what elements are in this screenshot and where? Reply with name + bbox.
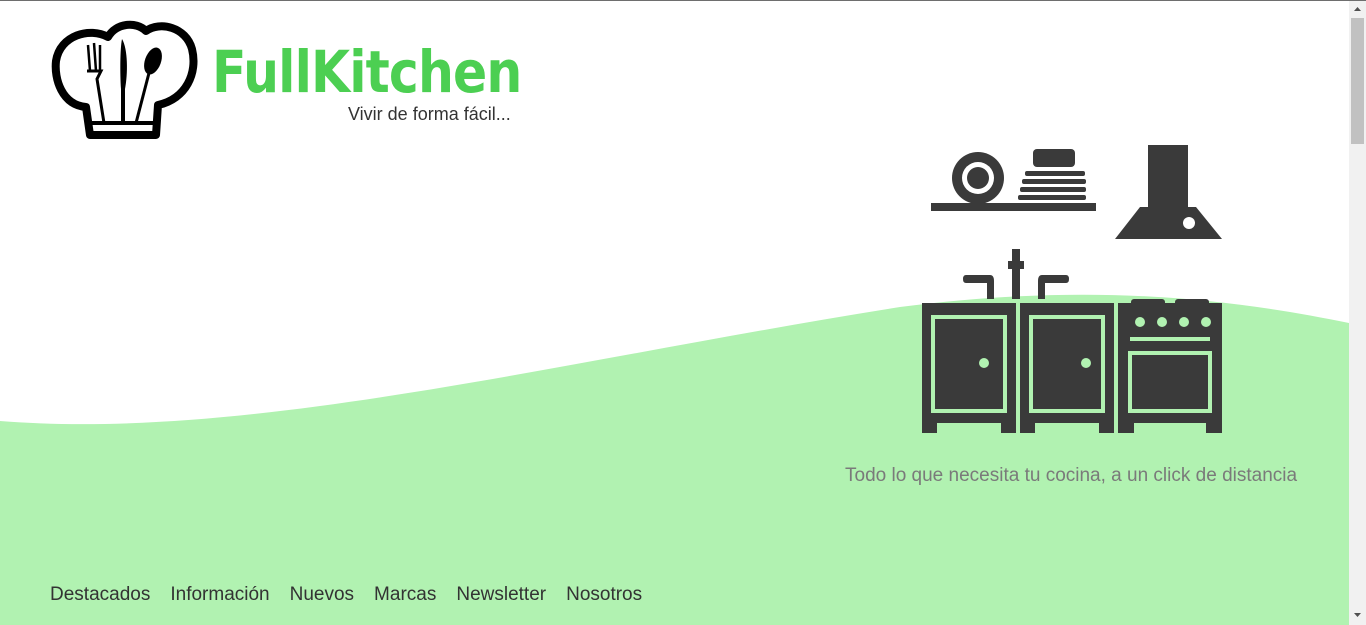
hero-section: FullKitchen Vivir de forma fácil... Todo… (0, 1, 1349, 625)
hero-subtitle: Todo lo que necesita tu cocina, a un cli… (845, 465, 1298, 486)
scrollbar-thumb[interactable] (1351, 18, 1364, 144)
nav-item-nuevos[interactable]: Nuevos (290, 584, 354, 606)
nav-item-informacion[interactable]: Información (170, 584, 269, 606)
main-nav: Destacados Información Nuevos Marcas New… (50, 584, 642, 606)
kitchen-furniture-icon (922, 145, 1222, 435)
triangle-down-icon[interactable] (1349, 607, 1366, 623)
brand-name[interactable]: FullKitchen (212, 37, 522, 107)
nav-item-marcas[interactable]: Marcas (374, 584, 436, 606)
chef-hat-icon[interactable] (50, 19, 200, 139)
vertical-scrollbar[interactable] (1349, 1, 1366, 625)
triangle-up-icon[interactable] (1349, 1, 1366, 17)
nav-item-destacados[interactable]: Destacados (50, 584, 150, 606)
brand-tagline: Vivir de forma fácil... (348, 104, 511, 124)
nav-item-newsletter[interactable]: Newsletter (456, 584, 546, 606)
nav-item-nosotros[interactable]: Nosotros (566, 584, 642, 606)
